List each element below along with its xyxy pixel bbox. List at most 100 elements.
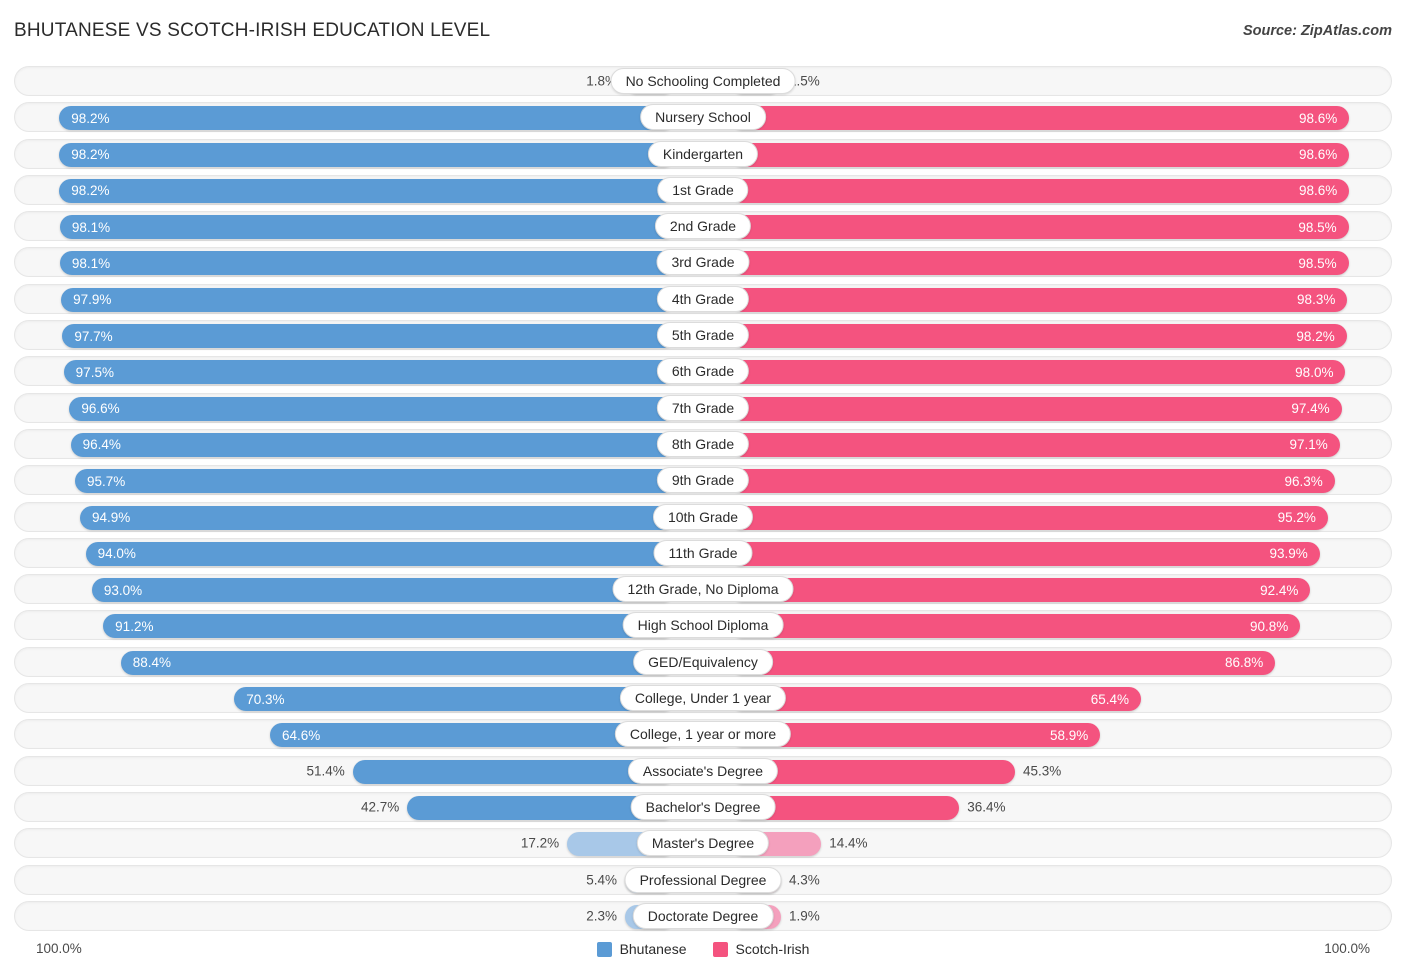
category-label[interactable]: College, Under 1 year: [619, 685, 787, 712]
bar-left-bhutanese[interactable]: 97.7%: [62, 324, 675, 349]
bar-right-scotch-irish[interactable]: 98.5%: [731, 251, 1349, 276]
bar-row[interactable]: 64.6% 58.9% College, 1 year or more: [14, 719, 1392, 750]
bar-left-bhutanese[interactable]: 96.6%: [69, 396, 675, 421]
bar-left-bhutanese[interactable]: 95.7%: [74, 469, 675, 494]
legend-item-scotch-irish[interactable]: Scotch-Irish: [712, 941, 809, 957]
bar-right-scotch-irish[interactable]: 96.3%: [731, 469, 1335, 494]
category-label[interactable]: 12th Grade, No Diploma: [612, 576, 794, 603]
category-label[interactable]: 4th Grade: [656, 285, 750, 312]
category-label[interactable]: Master's Degree: [636, 830, 770, 857]
bar-value-right: 98.6%: [1298, 147, 1338, 163]
bar-left-bhutanese[interactable]: 96.4%: [70, 432, 675, 457]
bar-right-scotch-irish[interactable]: 95.2%: [731, 505, 1328, 530]
bar-right-scotch-irish[interactable]: 97.1%: [731, 432, 1340, 457]
category-label[interactable]: 5th Grade: [656, 322, 750, 349]
bar-right-scotch-irish[interactable]: 98.5%: [731, 215, 1349, 240]
bar-right-scotch-irish[interactable]: 98.2%: [731, 324, 1347, 349]
bar-row[interactable]: 51.4% 45.3% Associate's Degree: [14, 755, 1392, 786]
bar-left-bhutanese[interactable]: [352, 759, 675, 784]
bar-left-bhutanese[interactable]: 98.2%: [59, 106, 675, 131]
bar-row[interactable]: 5.4% 4.3% Professional Degree: [14, 864, 1392, 895]
bar-row-inner: 98.2% 98.6% 1st Grade: [15, 176, 1391, 204]
bar-row[interactable]: 98.1% 98.5% 2nd Grade: [14, 211, 1392, 242]
bar-row[interactable]: 2.3% 1.9% Doctorate Degree: [14, 900, 1392, 931]
bar-value-left: 98.1%: [71, 255, 111, 271]
bar-value-left: 97.7%: [74, 328, 113, 344]
bar-left-bhutanese[interactable]: 97.5%: [63, 360, 675, 385]
bar-row[interactable]: 93.0% 92.4% 12th Grade, No Diploma: [14, 574, 1392, 605]
bar-value-left: 2.3%: [586, 908, 617, 924]
bar-left-bhutanese[interactable]: 91.2%: [103, 614, 675, 639]
bar-row[interactable]: 97.5% 98.0% 6th Grade: [14, 356, 1392, 387]
bar-row-inner: 5.4% 4.3% Professional Degree: [15, 866, 1391, 894]
category-label[interactable]: Bachelor's Degree: [630, 793, 776, 820]
bar-value-right: 58.9%: [1050, 727, 1089, 743]
bar-right-scotch-irish[interactable]: 98.6%: [731, 178, 1350, 203]
category-label[interactable]: 3rd Grade: [656, 249, 750, 276]
bar-value-left: 70.3%: [246, 691, 285, 707]
bar-row[interactable]: 98.2% 98.6% Nursery School: [14, 102, 1392, 133]
bar-left-bhutanese[interactable]: 93.0%: [91, 578, 675, 603]
bar-right-scotch-irish[interactable]: 93.9%: [731, 541, 1320, 566]
bar-row[interactable]: 70.3% 65.4% College, Under 1 year: [14, 683, 1392, 714]
bar-row[interactable]: 96.6% 97.4% 7th Grade: [14, 392, 1392, 423]
bar-right-scotch-irish[interactable]: 98.6%: [731, 106, 1350, 131]
category-label[interactable]: High School Diploma: [622, 612, 784, 639]
legend-item-bhutanese[interactable]: Bhutanese: [596, 941, 687, 957]
bar-row-inner: 94.0% 93.9% 11th Grade: [15, 539, 1391, 567]
bar-right-scotch-irish[interactable]: 97.4%: [731, 396, 1342, 421]
bar-row[interactable]: 97.7% 98.2% 5th Grade: [14, 320, 1392, 351]
chart-footer: 100.0% Bhutanese Scotch-Irish 100.0%: [0, 941, 1406, 963]
bar-value-right: 1.9%: [789, 908, 820, 924]
bar-left-bhutanese[interactable]: 70.3%: [234, 687, 675, 712]
category-label[interactable]: 10th Grade: [652, 503, 754, 530]
category-label[interactable]: Nursery School: [640, 104, 766, 131]
bar-row[interactable]: 97.9% 98.3% 4th Grade: [14, 283, 1392, 314]
category-label[interactable]: No Schooling Completed: [610, 68, 796, 94]
bar-right-scotch-irish[interactable]: 65.4%: [731, 687, 1142, 712]
legend: Bhutanese Scotch-Irish: [0, 941, 1406, 957]
bar-right-scotch-irish[interactable]: 90.8%: [731, 614, 1301, 639]
bar-right-scotch-irish[interactable]: 92.4%: [731, 578, 1311, 603]
bar-left-bhutanese[interactable]: 98.1%: [59, 251, 675, 276]
bar-left-bhutanese[interactable]: 98.2%: [59, 178, 675, 203]
category-label[interactable]: Kindergarten: [647, 140, 759, 167]
category-label[interactable]: 9th Grade: [656, 467, 750, 494]
legend-label-bhutanese: Bhutanese: [619, 941, 687, 957]
bar-row[interactable]: 88.4% 86.8% GED/Equivalency: [14, 646, 1392, 677]
bar-row[interactable]: 95.7% 96.3% 9th Grade: [14, 465, 1392, 496]
bar-right-scotch-irish[interactable]: 98.3%: [731, 287, 1348, 312]
bar-row[interactable]: 91.2% 90.8% High School Diploma: [14, 610, 1392, 641]
bar-left-bhutanese[interactable]: 94.0%: [85, 541, 675, 566]
bar-row[interactable]: 1.8% 1.5% No Schooling Completed: [14, 66, 1392, 96]
category-label[interactable]: 11th Grade: [653, 539, 753, 566]
bar-right-scotch-irish[interactable]: 98.6%: [731, 142, 1350, 167]
bar-value-right: 98.5%: [1298, 255, 1337, 271]
bar-right-scotch-irish[interactable]: 98.0%: [731, 360, 1346, 385]
category-label[interactable]: 7th Grade: [656, 394, 750, 421]
bar-row[interactable]: 98.2% 98.6% Kindergarten: [14, 138, 1392, 169]
category-label[interactable]: GED/Equivalency: [633, 648, 773, 675]
bar-row[interactable]: 17.2% 14.4% Master's Degree: [14, 828, 1392, 859]
category-label[interactable]: Doctorate Degree: [632, 902, 774, 929]
bar-left-bhutanese[interactable]: 97.9%: [61, 287, 675, 312]
bar-row[interactable]: 42.7% 36.4% Bachelor's Degree: [14, 791, 1392, 822]
bar-row[interactable]: 98.1% 98.5% 3rd Grade: [14, 247, 1392, 278]
category-label[interactable]: Professional Degree: [624, 866, 782, 893]
bar-left-bhutanese[interactable]: 94.9%: [79, 505, 675, 530]
category-label[interactable]: Associate's Degree: [627, 757, 779, 784]
bar-row[interactable]: 96.4% 97.1% 8th Grade: [14, 428, 1392, 459]
category-label[interactable]: 6th Grade: [656, 358, 750, 385]
bar-left-bhutanese[interactable]: 98.2%: [59, 142, 675, 167]
bar-left-bhutanese[interactable]: 88.4%: [120, 650, 675, 675]
bar-right-scotch-irish[interactable]: 86.8%: [731, 650, 1276, 675]
category-label[interactable]: 1st Grade: [657, 176, 749, 203]
category-label[interactable]: 2nd Grade: [654, 213, 752, 240]
bar-rows-container: 1.8% 1.5% No Schooling Completed 98.2% 98.6%…: [14, 66, 1392, 937]
bar-left-bhutanese[interactable]: 98.1%: [59, 215, 675, 240]
category-label[interactable]: 8th Grade: [656, 430, 750, 457]
bar-row[interactable]: 94.9% 95.2% 10th Grade: [14, 501, 1392, 532]
bar-row[interactable]: 98.2% 98.6% 1st Grade: [14, 174, 1392, 205]
bar-row[interactable]: 94.0% 93.9% 11th Grade: [14, 537, 1392, 568]
category-label[interactable]: College, 1 year or more: [614, 721, 792, 748]
